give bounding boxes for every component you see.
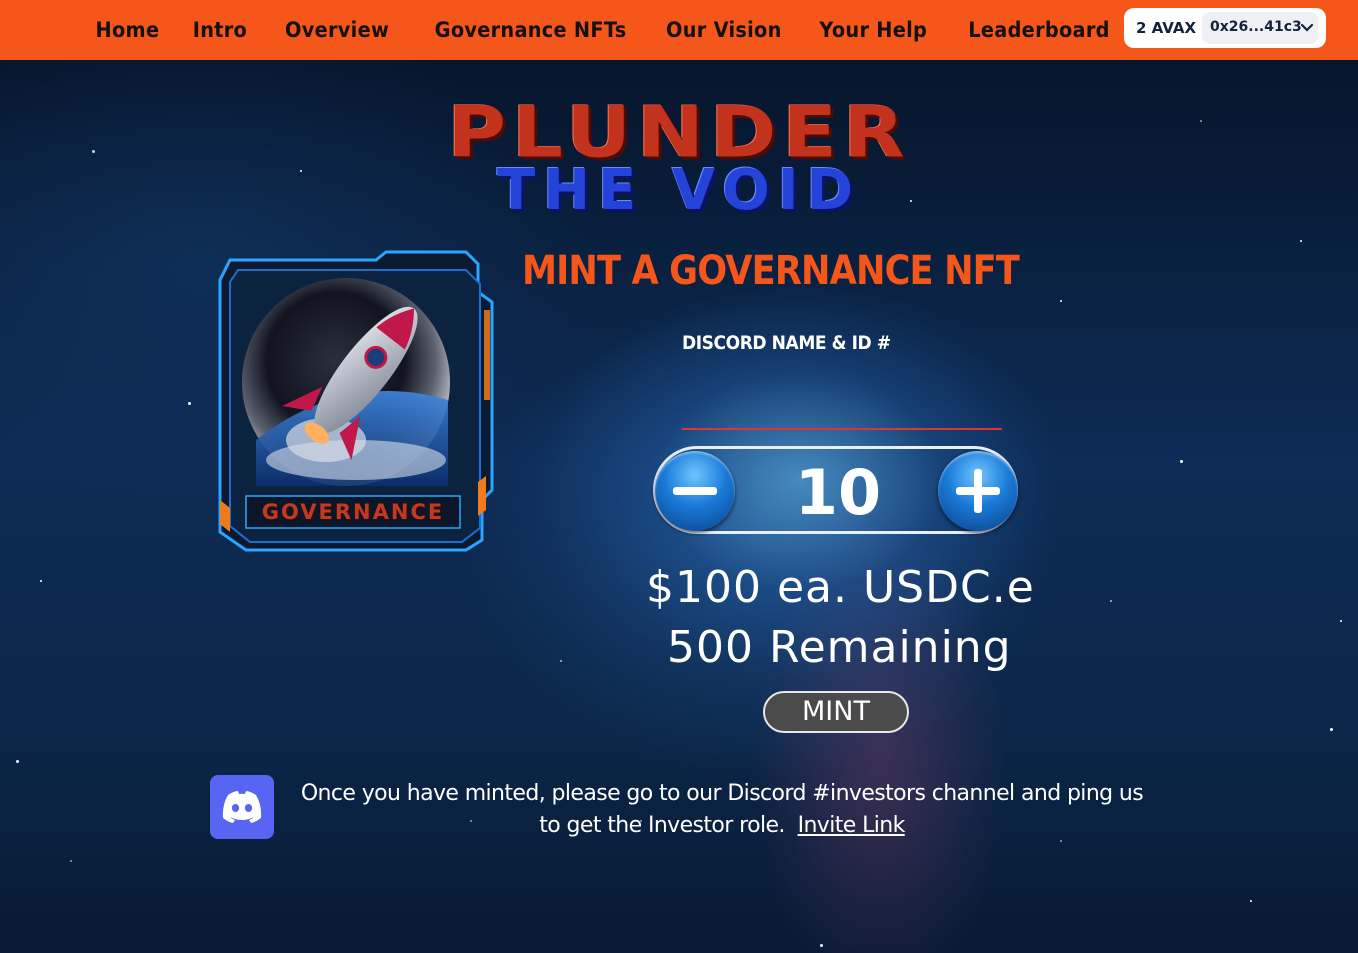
note-text: Once you have minted, please go to our D…: [300, 781, 1144, 838]
wallet-address-button[interactable]: 0x26...41c3: [1202, 12, 1318, 44]
top-nav-bar: Home Intro Overview Governance NFTs Our …: [0, 0, 1358, 60]
quantity-value: 10: [794, 456, 882, 529]
increase-quantity-button[interactable]: [938, 451, 1018, 531]
governance-nft-card: GOVERNANCE: [216, 250, 500, 554]
post-mint-note: Once you have minted, please go to our D…: [290, 778, 1154, 842]
discord-icon: [222, 791, 262, 823]
nav-leaderboard[interactable]: Leaderboard: [969, 18, 1110, 42]
nav-intro[interactable]: Intro: [193, 18, 247, 42]
price-text: $100 ea. USDC.e: [646, 562, 1035, 613]
remaining-count: 500 Remaining: [667, 622, 1012, 673]
invite-link[interactable]: Invite Link: [798, 813, 906, 838]
nav-home[interactable]: Home: [95, 18, 159, 42]
chevron-down-icon: [1300, 23, 1314, 32]
nav-overview[interactable]: Overview: [285, 18, 389, 42]
discord-logo-icon[interactable]: [210, 775, 274, 839]
mint-button[interactable]: MINT: [763, 691, 909, 733]
decrease-quantity-button[interactable]: [655, 451, 735, 531]
minus-icon: [673, 487, 717, 495]
plus-icon: [938, 451, 1018, 531]
nav-governance-nfts[interactable]: Governance NFTs: [435, 18, 627, 42]
discord-name-label: DISCORD NAME & ID #: [682, 332, 891, 354]
wallet-balance: 2 AVAX: [1136, 19, 1197, 37]
logo-the-void: THE VOID: [496, 158, 862, 223]
nft-card-label: GOVERNANCE: [261, 500, 445, 524]
discord-name-input[interactable]: [682, 366, 1002, 430]
wallet-address: 0x26...41c3: [1210, 19, 1302, 35]
wallet-widget[interactable]: 2 AVAX 0x26...41c3: [1124, 8, 1326, 48]
nav-links: Home Intro Overview Governance NFTs Our …: [61, 0, 1110, 60]
nav-your-help[interactable]: Your Help: [820, 18, 928, 42]
mint-title: MINT A GOVERNANCE NFT: [522, 248, 1020, 294]
nav-our-vision[interactable]: Our Vision: [666, 18, 782, 42]
